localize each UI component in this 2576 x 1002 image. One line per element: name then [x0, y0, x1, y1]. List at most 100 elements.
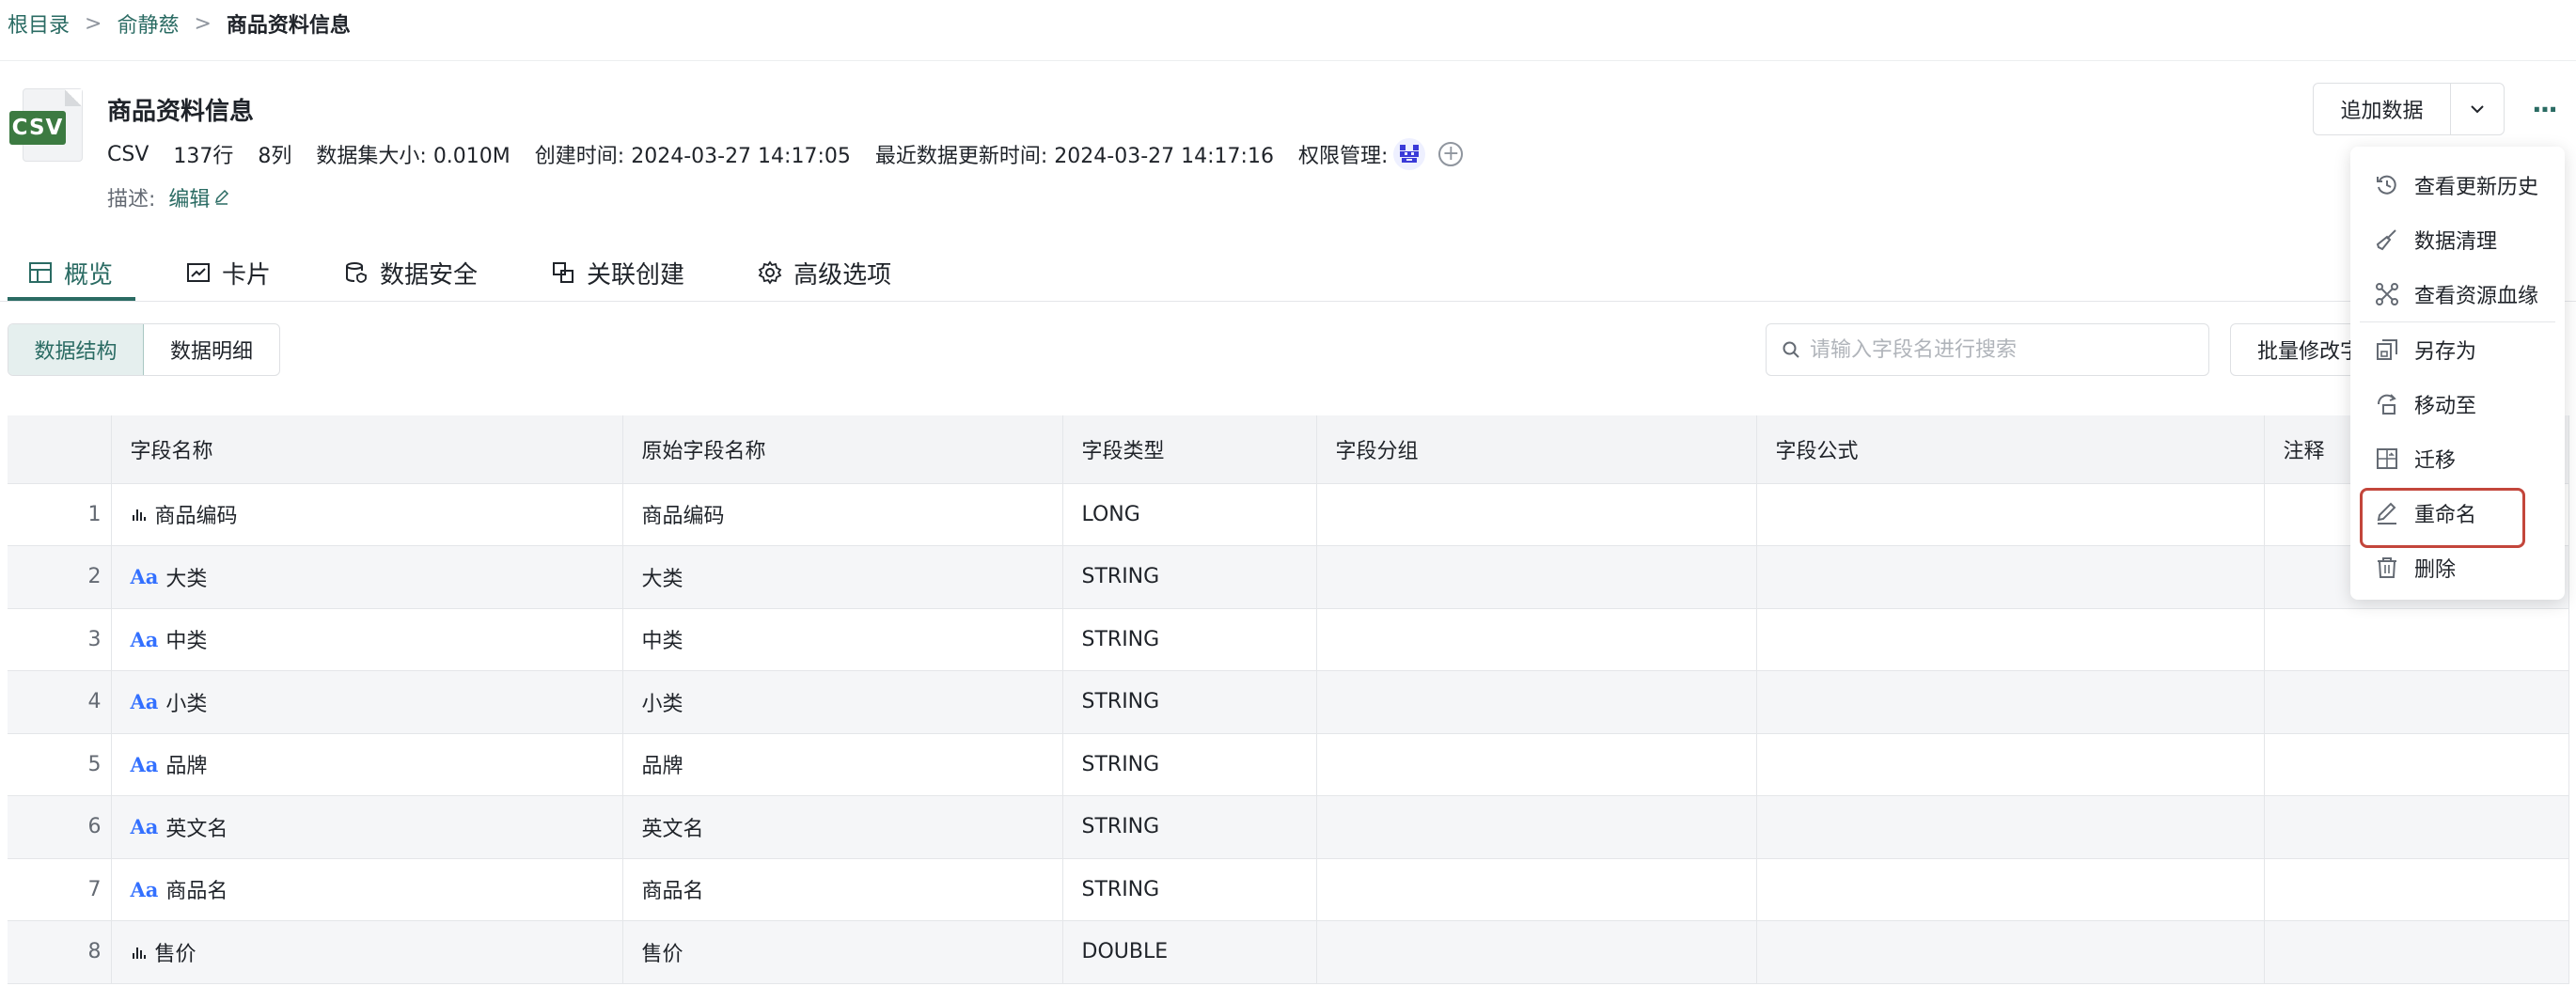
string-type-icon: Aa [130, 752, 159, 776]
table-row[interactable]: 1 商品编码 商品编码 LONG [8, 483, 2569, 546]
field-group-cell[interactable] [1316, 858, 1757, 921]
table-row[interactable]: 4 Aa 小类 小类 STRING [8, 670, 2569, 734]
field-search-input[interactable] [1810, 337, 2186, 362]
header-field-group[interactable]: 字段分组 [1316, 415, 1757, 484]
menu-item-resource-lineage[interactable]: 查看资源血缘 [2350, 267, 2565, 321]
breadcrumb-separator: > [194, 11, 212, 36]
field-type-cell[interactable]: STRING [1062, 670, 1317, 734]
field-formula-cell[interactable] [1756, 795, 2265, 859]
field-formula-cell[interactable] [1756, 920, 2265, 984]
table-header-row: 字段名称 原始字段名称 字段类型 字段分组 字段公式 注释 [8, 415, 2569, 484]
field-group-cell[interactable] [1316, 920, 1757, 984]
field-structure-table: 字段名称 原始字段名称 字段类型 字段分组 字段公式 注释 1 商品编码 商品编… [8, 415, 2569, 984]
segment-data-structure[interactable]: 数据结构 [8, 324, 144, 375]
field-name-cell[interactable]: Aa 品牌 [111, 733, 623, 796]
table-row[interactable]: 7 Aa 商品名 商品名 STRING [8, 858, 2569, 921]
chart-card-icon [187, 263, 211, 282]
menu-item-migrate[interactable]: 迁移 [2350, 431, 2565, 486]
field-name-cell[interactable]: 售价 [111, 920, 623, 984]
top-divider [0, 60, 2576, 61]
menu-item-rename[interactable]: 重命名 [2350, 486, 2565, 548]
field-name-cell[interactable]: Aa 小类 [111, 670, 623, 734]
table-row[interactable]: 5 Aa 品牌 品牌 STRING [8, 733, 2569, 796]
field-group-cell[interactable] [1316, 545, 1757, 609]
comment-cell[interactable] [2264, 608, 2569, 671]
field-group-cell[interactable] [1316, 608, 1757, 671]
row-index: 8 [8, 920, 112, 984]
comment-cell[interactable] [2264, 920, 2569, 984]
original-name-cell: 大类 [622, 545, 1063, 609]
field-formula-cell[interactable] [1756, 733, 2265, 796]
tab-data-security[interactable]: 数据安全 [322, 244, 500, 301]
menu-item-move-to[interactable]: 移动至 [2350, 377, 2565, 431]
tab-overview[interactable]: 概览 [8, 244, 136, 301]
append-data-button[interactable]: 追加数据 [2314, 84, 2451, 134]
field-formula-cell[interactable] [1756, 483, 2265, 546]
field-formula-cell[interactable] [1756, 545, 2265, 609]
breadcrumb: 根目录 > 俞静慈 > 商品资料信息 [8, 8, 351, 39]
csv-file-icon: CSV [9, 88, 83, 162]
field-name: 大类 [165, 567, 208, 591]
field-group-cell[interactable] [1316, 795, 1757, 859]
comment-cell[interactable] [2264, 670, 2569, 734]
add-permission-icon[interactable]: + [1438, 142, 1464, 166]
field-type-cell[interactable]: DOUBLE [1062, 920, 1317, 984]
more-options-button[interactable]: ··· [2525, 94, 2563, 125]
field-formula-cell[interactable] [1756, 608, 2265, 671]
menu-item-save-as[interactable]: 另存为 [2350, 322, 2565, 377]
field-group-cell[interactable] [1316, 670, 1757, 734]
meta-updated-label: 最近数据更新时间: [874, 145, 1048, 168]
description-edit-link[interactable]: 编辑 [168, 182, 230, 212]
table-row[interactable]: 3 Aa 中类 中类 STRING [8, 608, 2569, 671]
menu-item-update-history[interactable]: 查看更新历史 [2350, 158, 2565, 212]
segment-data-detail[interactable]: 数据明细 [144, 324, 279, 375]
header-field-name[interactable]: 字段名称 [111, 415, 623, 484]
table-row[interactable]: 6 Aa 英文名 英文名 STRING [8, 795, 2569, 859]
string-type-icon: Aa [130, 565, 159, 589]
field-name: 英文名 [165, 817, 228, 841]
breadcrumb-current: 商品资料信息 [226, 14, 351, 38]
field-type-cell[interactable]: STRING [1062, 795, 1317, 859]
menu-item-label: 数据清理 [2414, 230, 2498, 254]
comment-cell[interactable] [2264, 733, 2569, 796]
menu-item-data-cleanup[interactable]: 数据清理 [2350, 212, 2565, 267]
menu-item-label: 查看资源血缘 [2414, 285, 2539, 308]
header-field-type[interactable]: 字段类型 [1062, 415, 1317, 484]
field-formula-cell[interactable] [1756, 670, 2265, 734]
field-name-cell[interactable]: Aa 中类 [111, 608, 623, 671]
field-name: 中类 [165, 630, 208, 654]
append-data-dropdown[interactable] [2451, 84, 2504, 134]
menu-item-delete[interactable]: 删除 [2350, 540, 2565, 595]
table-row[interactable]: 2 Aa 大类 大类 STRING [8, 545, 2569, 609]
field-type-cell[interactable]: LONG [1062, 483, 1317, 546]
field-type-cell[interactable]: STRING [1062, 545, 1317, 609]
field-name-cell[interactable]: 商品编码 [111, 483, 623, 546]
field-group-cell[interactable] [1316, 733, 1757, 796]
comment-cell[interactable] [2264, 858, 2569, 921]
menu-item-label: 移动至 [2414, 395, 2477, 418]
tab-advanced-options[interactable]: 高级选项 [735, 244, 914, 301]
field-name-cell[interactable]: Aa 英文名 [111, 795, 623, 859]
field-name-cell[interactable]: Aa 商品名 [111, 858, 623, 921]
field-type-cell[interactable]: STRING [1062, 733, 1317, 796]
description-edit-label: 编辑 [168, 188, 211, 211]
owner-avatar-icon[interactable] [1393, 138, 1426, 170]
comment-cell[interactable] [2264, 795, 2569, 859]
header-original-name[interactable]: 原始字段名称 [622, 415, 1063, 484]
field-search-box [1766, 323, 2209, 376]
field-group-cell[interactable] [1316, 483, 1757, 546]
tab-linked-create-label: 关联创建 [587, 260, 685, 290]
table-row[interactable]: 8 售价 售价 DOUBLE [8, 920, 2569, 984]
breadcrumb-folder[interactable]: 俞静慈 [117, 8, 179, 39]
tab-card[interactable]: 卡片 [164, 244, 293, 301]
breadcrumb-root[interactable]: 根目录 [8, 8, 70, 39]
header-field-formula[interactable]: 字段公式 [1756, 415, 2265, 484]
field-formula-cell[interactable] [1756, 858, 2265, 921]
field-name-cell[interactable]: Aa 大类 [111, 545, 623, 609]
field-type-cell[interactable]: STRING [1062, 858, 1317, 921]
more-options-menu: 查看更新历史 数据清理 查看资源血缘 另存为 移动至 迁移 重命名 删除 [2350, 147, 2565, 600]
string-type-icon: Aa [130, 815, 159, 839]
field-type-cell[interactable]: STRING [1062, 608, 1317, 671]
tab-linked-create[interactable]: 关联创建 [528, 244, 707, 301]
meta-updated: 最近数据更新时间: 2024-03-27 14:17:16 [875, 139, 1274, 169]
